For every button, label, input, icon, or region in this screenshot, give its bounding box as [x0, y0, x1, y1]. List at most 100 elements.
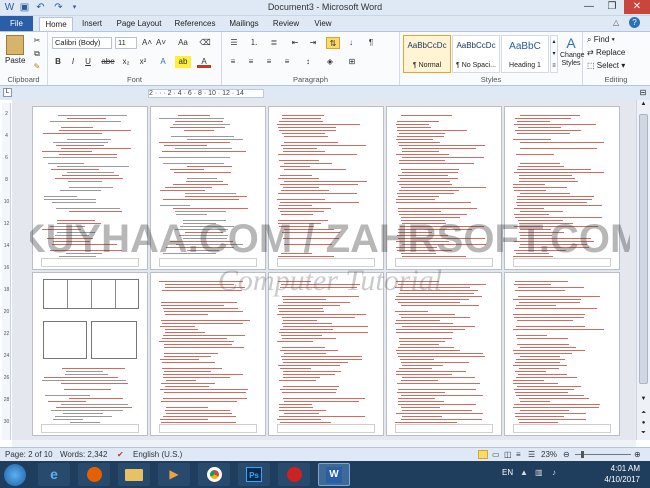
format-painter-icon[interactable]: ✎ — [31, 61, 43, 73]
maximize-button[interactable]: ❐ — [601, 0, 623, 14]
text-direction-icon[interactable]: ⇅ — [326, 37, 340, 49]
firefox-icon[interactable] — [78, 463, 110, 486]
scroll-thumb[interactable] — [639, 114, 648, 384]
styles-scroll[interactable]: ▴ ▾ ≡ — [550, 35, 558, 73]
change-styles-button[interactable]: A Change Styles — [560, 34, 585, 74]
zoom-out-icon[interactable]: ⊖ — [563, 450, 570, 459]
save-icon[interactable]: ▣ — [18, 1, 31, 14]
highlight-icon[interactable]: ab — [175, 56, 191, 68]
undo-icon[interactable]: ↶ — [34, 1, 47, 14]
style-no-spacing[interactable]: AaBbCcDc ¶ No Spaci... — [452, 35, 500, 73]
outline-icon[interactable]: ≡ — [516, 450, 521, 459]
show-formatting-button[interactable]: ¶ — [364, 37, 378, 49]
cut-icon[interactable]: ✂ — [31, 35, 43, 47]
proofing-icon[interactable]: ✔ — [117, 450, 124, 459]
multilevel-list-icon[interactable]: ≣ — [266, 37, 282, 49]
align-right-icon[interactable]: ≡ — [262, 56, 276, 68]
borders-icon[interactable]: ⊞ — [344, 56, 360, 68]
page-4[interactable] — [386, 106, 502, 270]
redo-icon[interactable]: ↷ — [52, 1, 65, 14]
font-color-button[interactable]: A — [197, 56, 211, 68]
superscript-button[interactable]: x² — [136, 56, 150, 68]
page-6[interactable] — [32, 272, 148, 436]
tab-selector-icon[interactable]: L — [3, 88, 12, 97]
next-page-icon[interactable]: ⏷ — [638, 430, 649, 439]
justify-icon[interactable]: ≡ — [280, 56, 294, 68]
replace-button[interactable]: ⇄ Replace — [587, 48, 625, 57]
paste-icon[interactable] — [6, 35, 24, 55]
increase-indent-icon[interactable]: ⇥ — [306, 37, 320, 49]
page-7[interactable] — [150, 272, 266, 436]
page-9[interactable] — [386, 272, 502, 436]
tab-home[interactable]: Home — [39, 17, 73, 31]
sort-icon[interactable]: ↓ — [344, 37, 358, 49]
numbering-icon[interactable]: ⒈ — [246, 37, 262, 49]
copy-icon[interactable]: ⧉ — [31, 48, 43, 60]
language-tray[interactable]: EN — [502, 468, 513, 477]
subscript-button[interactable]: x₂ — [119, 56, 133, 68]
language-indicator[interactable]: English (U.S.) — [133, 450, 182, 459]
media-icon[interactable] — [278, 463, 310, 486]
tab-file[interactable]: File — [0, 16, 33, 31]
tab-page-layout[interactable]: Page Layout — [113, 17, 165, 31]
word-count[interactable]: Words: 2,342 — [60, 450, 107, 459]
vertical-scrollbar[interactable]: ▲ ▼ ⏶ ● ⏷ — [636, 100, 650, 440]
font-family-combo[interactable]: Calibri (Body) — [52, 37, 112, 49]
bold-button[interactable]: B — [52, 56, 64, 68]
web-layout-icon[interactable]: ◫ — [504, 450, 512, 459]
volume-icon[interactable]: ♪ — [552, 468, 556, 477]
draft-icon[interactable]: ☰ — [528, 450, 535, 459]
find-button[interactable]: ⌕ Find ▾ — [587, 35, 615, 45]
clear-format-icon[interactable]: ⌫ — [198, 37, 212, 49]
tray-expand-icon[interactable]: ▲ — [520, 468, 528, 477]
media-player-icon[interactable]: ▶ — [158, 463, 190, 486]
decrease-indent-icon[interactable]: ⇤ — [288, 37, 302, 49]
view-ruler-icon[interactable]: ⊟ — [638, 88, 648, 98]
previous-page-icon[interactable]: ⏶ — [638, 410, 649, 419]
paste-button[interactable]: Paste — [5, 56, 25, 65]
text-effects-icon[interactable]: A — [156, 56, 170, 68]
chrome-icon[interactable] — [198, 463, 230, 486]
page-8[interactable] — [268, 272, 384, 436]
zoom-in-icon[interactable]: ⊕ — [634, 450, 641, 459]
start-button[interactable] — [4, 464, 26, 486]
style-heading-1[interactable]: AaBbC Heading 1 — [501, 35, 549, 73]
font-size-combo[interactable]: 11 — [115, 37, 137, 49]
change-case-icon[interactable]: Aa — [175, 37, 191, 49]
close-button[interactable]: ✕ — [624, 0, 650, 14]
tab-insert[interactable]: Insert — [76, 17, 108, 31]
style-normal[interactable]: AaBbCcDc ¶ Normal — [403, 35, 451, 73]
tab-mailings[interactable]: Mailings — [224, 17, 264, 31]
underline-button[interactable]: U — [82, 56, 94, 68]
page-3[interactable] — [268, 106, 384, 270]
page-1[interactable] — [32, 106, 148, 270]
scroll-down-icon[interactable]: ▼ — [638, 396, 649, 406]
ie-icon[interactable]: e — [38, 463, 70, 486]
align-center-icon[interactable]: ≡ — [244, 56, 258, 68]
word-taskbar-icon[interactable]: W — [318, 463, 350, 486]
line-spacing-icon[interactable]: ↕ — [300, 56, 316, 68]
scroll-up-icon[interactable]: ▲ — [638, 101, 649, 111]
tab-view[interactable]: View — [308, 17, 338, 31]
tab-review[interactable]: Review — [268, 17, 304, 31]
word-app-icon[interactable]: W — [3, 1, 16, 14]
clock[interactable]: 4:01 AM 4/10/2017 — [604, 463, 640, 485]
vertical-ruler[interactable]: 2 4 6 8 10 12 14 16 18 20 22 24 26 28 30 — [2, 103, 11, 440]
grow-font-icon[interactable]: A˄ — [141, 37, 153, 49]
page-10[interactable] — [504, 272, 620, 436]
shrink-font-icon[interactable]: A˅ — [155, 37, 167, 49]
shading-icon[interactable]: ◈ — [322, 56, 338, 68]
page-2[interactable] — [150, 106, 266, 270]
print-layout-icon[interactable] — [478, 450, 488, 459]
italic-button[interactable]: I — [67, 56, 79, 68]
minimize-ribbon-icon[interactable]: △ — [613, 18, 619, 27]
tab-references[interactable]: References — [170, 17, 220, 31]
bullets-icon[interactable]: ☰ — [226, 37, 242, 49]
select-button[interactable]: ⬚ Select ▾ — [587, 61, 625, 70]
page-indicator[interactable]: Page: 2 of 10 — [5, 450, 53, 459]
network-icon[interactable]: ▥ — [535, 468, 543, 477]
document-area[interactable] — [12, 100, 636, 440]
page-5[interactable] — [504, 106, 620, 270]
align-left-icon[interactable]: ≡ — [226, 56, 240, 68]
zoom-level[interactable]: 23% — [541, 450, 557, 459]
